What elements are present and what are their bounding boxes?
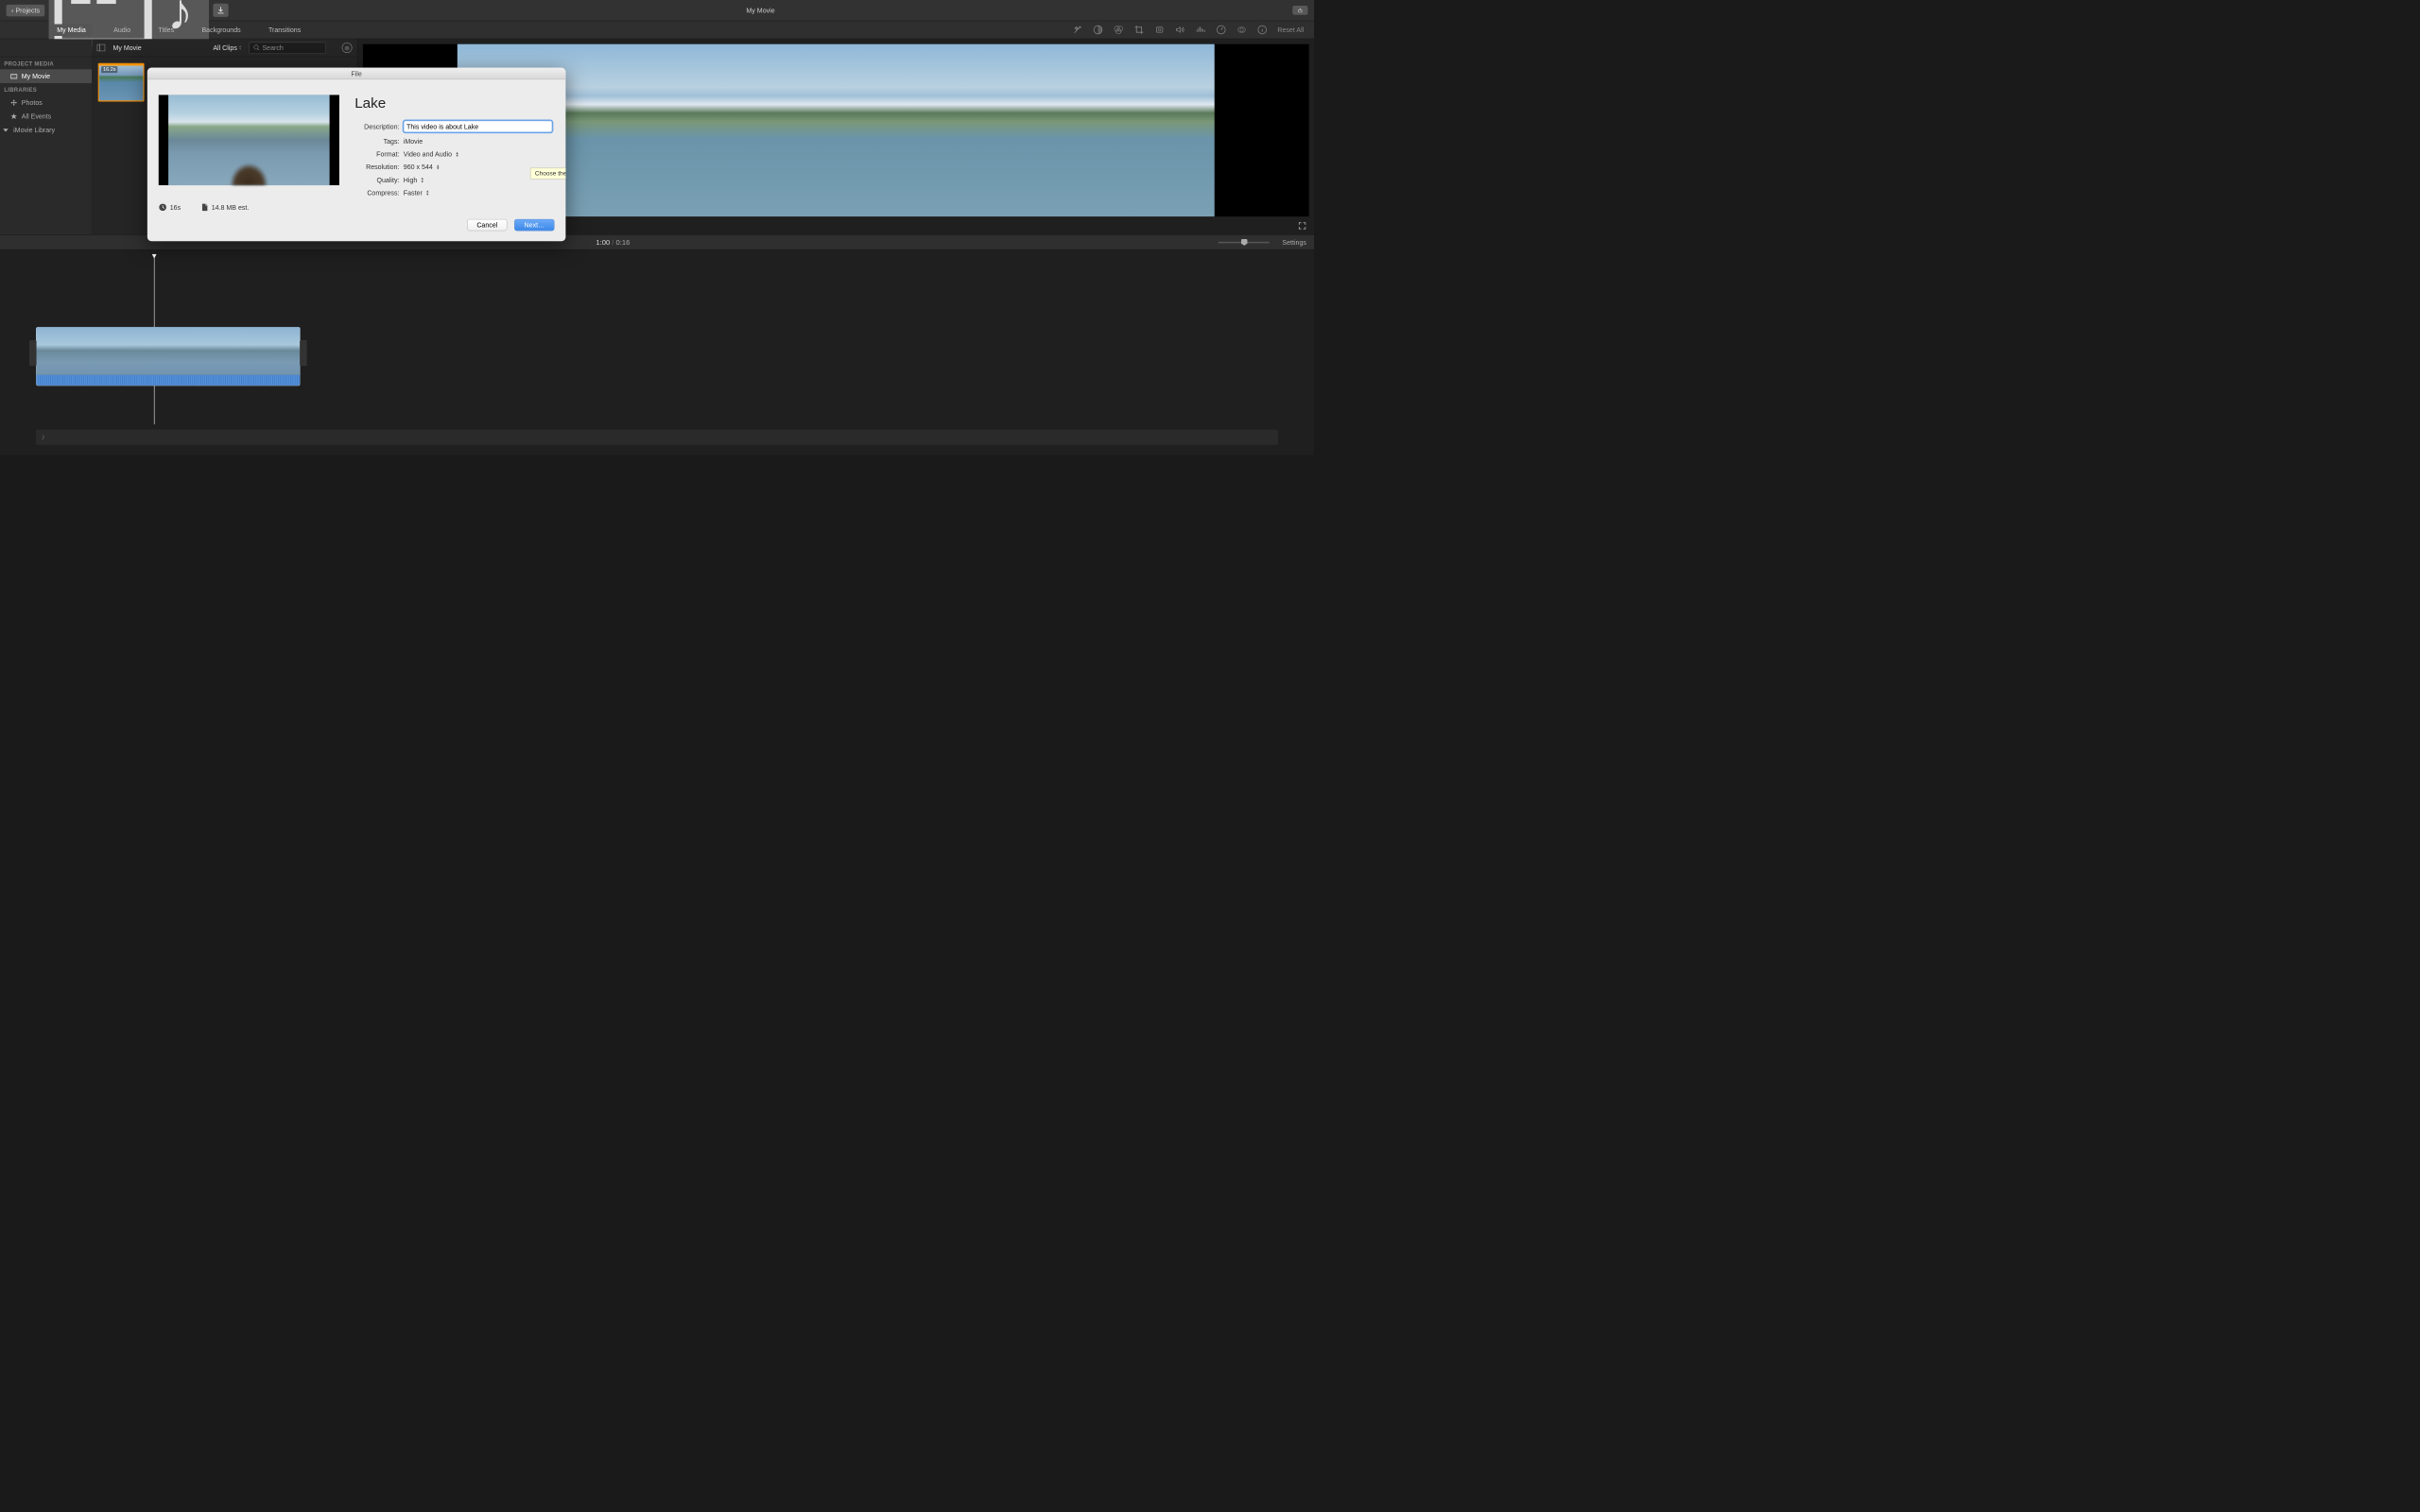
dialog-title: File bbox=[147, 68, 566, 79]
export-preview bbox=[159, 94, 339, 185]
resolution-label: Resolution: bbox=[354, 163, 404, 171]
duration-info: 16s bbox=[159, 203, 181, 212]
next-button[interactable]: Next… bbox=[514, 219, 554, 231]
description-label: Description: bbox=[354, 123, 404, 130]
dropdown-arrows-icon: ▴▾ bbox=[426, 190, 428, 197]
format-dropdown[interactable]: Video and Audio ▴▾ bbox=[404, 150, 552, 158]
file-icon bbox=[201, 203, 209, 212]
dropdown-arrows-icon: ▴▾ bbox=[422, 177, 424, 183]
export-title: Lake bbox=[354, 94, 552, 111]
format-label: Format: bbox=[354, 150, 404, 158]
cancel-button[interactable]: Cancel bbox=[467, 219, 508, 231]
compress-label: Compress: bbox=[354, 189, 404, 197]
resolution-tooltip: Choose the video resolution bbox=[530, 168, 565, 180]
export-dialog: File 16s 14.8 MB est. Lak bbox=[147, 68, 566, 242]
filesize-info: 14.8 MB est. bbox=[201, 203, 249, 212]
clock-icon bbox=[159, 203, 167, 212]
dropdown-arrows-icon: ▴▾ bbox=[456, 151, 458, 158]
compress-dropdown[interactable]: Faster ▴▾ bbox=[404, 189, 552, 197]
quality-label: Quality: bbox=[354, 176, 404, 183]
dropdown-arrows-icon: ▴▾ bbox=[437, 163, 439, 170]
tags-value[interactable]: iMovie bbox=[404, 138, 552, 146]
description-input[interactable] bbox=[404, 121, 552, 132]
dialog-overlay: File 16s 14.8 MB est. Lak bbox=[0, 0, 1314, 821]
tags-label: Tags: bbox=[354, 138, 404, 146]
